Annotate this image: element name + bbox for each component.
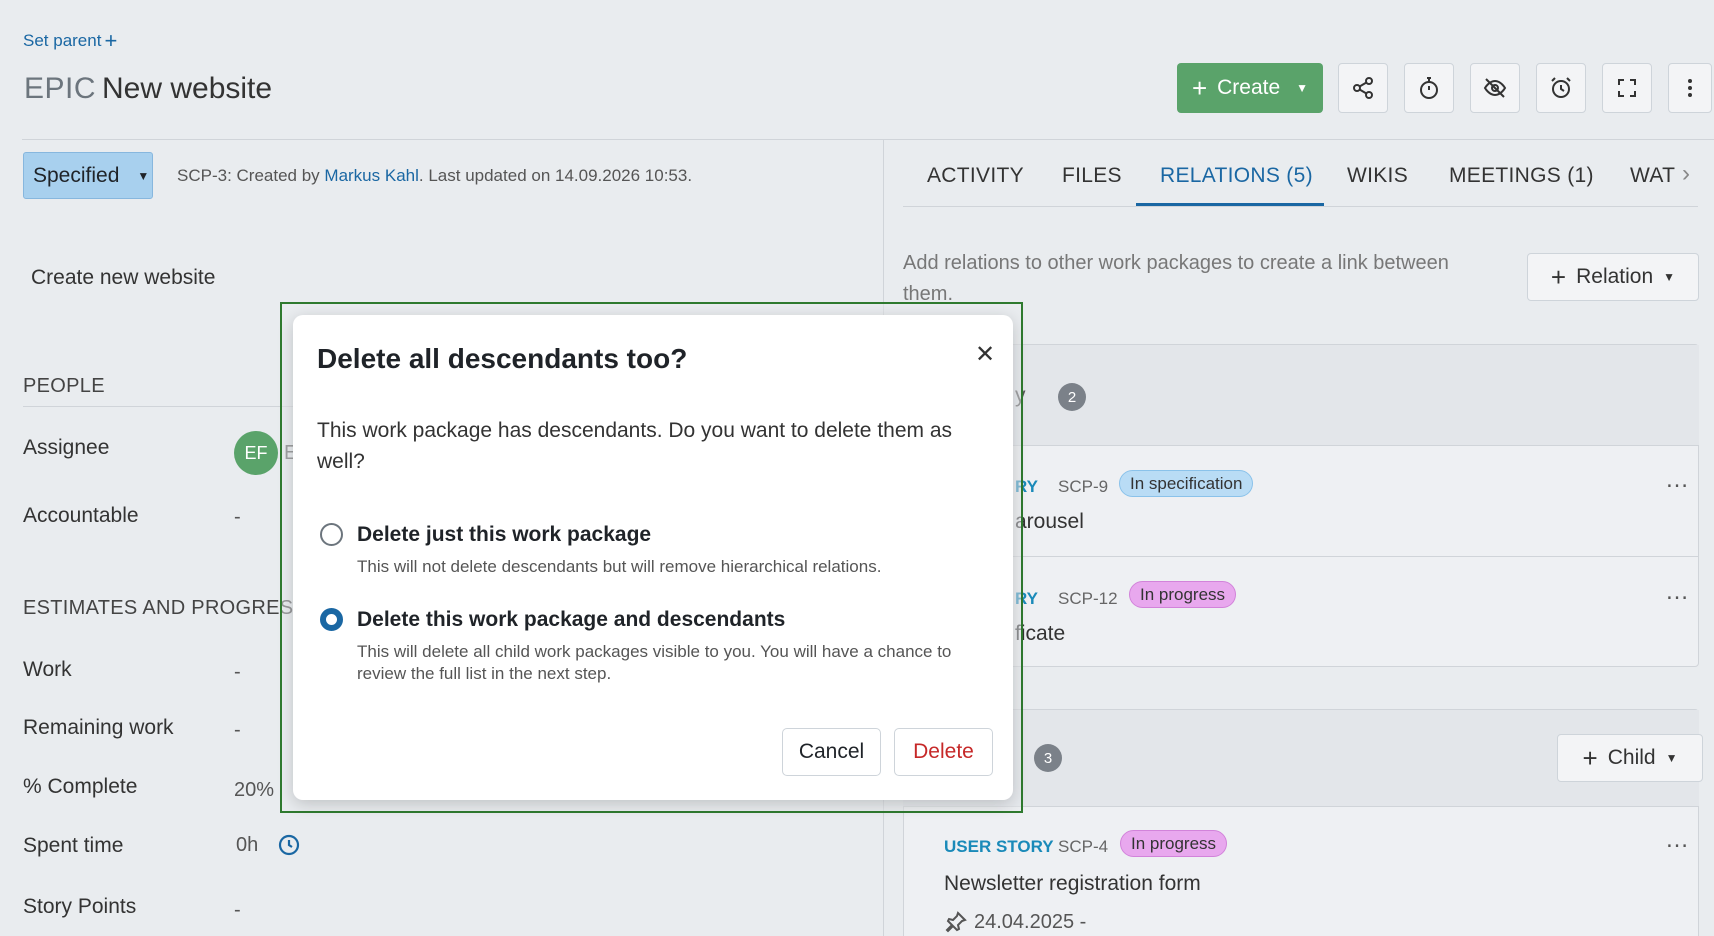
status-button[interactable]: Specified ▼ (23, 152, 153, 199)
accountable-value[interactable]: - (234, 506, 241, 529)
child-id[interactable]: SCP-4 (1058, 837, 1108, 857)
watch-button[interactable] (1470, 63, 1520, 113)
plus-icon: + (1582, 743, 1598, 773)
delete-button[interactable]: Delete (894, 728, 993, 776)
row-menu-icon[interactable]: … (1665, 578, 1691, 606)
child-button-label: Child (1607, 746, 1656, 769)
story-points-value[interactable]: - (234, 899, 241, 922)
relation-id[interactable]: SCP-12 (1058, 589, 1118, 609)
share-button[interactable] (1338, 63, 1388, 113)
tabs-divider (903, 206, 1698, 207)
child-type: USER STORY (944, 837, 1054, 856)
author-link[interactable]: Markus Kahl (324, 166, 418, 185)
dialog-body: This work package has descendants. Do yo… (317, 419, 953, 473)
spent-time-label: Spent time (23, 834, 124, 857)
assignee-label: Assignee (23, 436, 110, 459)
row-menu-icon[interactable]: … (1665, 826, 1691, 854)
option-delete-descendants-label[interactable]: Delete this work package and descendants (357, 608, 785, 632)
create-label: Create (1217, 76, 1281, 99)
tab-activity[interactable]: ACTIVITY (927, 164, 1024, 188)
expand-icon (1618, 79, 1636, 97)
child-date: 24.04.2025 - (974, 911, 1087, 933)
delete-descendants-dialog: Delete all descendants too? ✕ This work … (293, 315, 1013, 800)
option-delete-descendants-radio[interactable] (320, 608, 343, 631)
remaining-work-value[interactable]: - (234, 719, 241, 742)
work-value[interactable]: - (234, 661, 241, 684)
relations-description: Add relations to other work packages to … (903, 252, 1449, 305)
status-badge: In specification (1119, 470, 1254, 497)
option-delete-single-hint: This will not delete descendants but wil… (357, 557, 882, 576)
set-parent-link[interactable]: Set parent + (23, 28, 117, 54)
caret-down-icon: ▼ (137, 168, 150, 183)
caret-down-icon: ▼ (1663, 270, 1676, 284)
add-child-button[interactable]: + Child ▼ (1557, 734, 1703, 782)
set-parent-label: Set parent (23, 31, 102, 50)
children-group-count: 3 (1034, 744, 1062, 772)
tab-watchers[interactable]: WAT (1630, 164, 1680, 188)
create-button[interactable]: + Create ▼ (1177, 63, 1323, 113)
relation-button-label: Relation (1576, 265, 1654, 288)
child-title[interactable]: Newsletter registration form (944, 872, 1201, 896)
eye-slash-icon (1483, 78, 1507, 98)
kebab-menu-icon (1688, 79, 1692, 97)
meta-prefix: SCP-3: Created by (177, 166, 325, 185)
close-icon[interactable]: ✕ (970, 339, 1000, 369)
pin-icon (945, 911, 967, 933)
cancel-button[interactable]: Cancel (782, 728, 881, 776)
header-divider (22, 139, 1714, 140)
tabs-scroll-right-icon[interactable]: › (1682, 160, 1690, 188)
avatar[interactable]: EF (234, 431, 278, 475)
relation-title[interactable]: arousel (1015, 510, 1084, 534)
status-badge: In progress (1129, 581, 1237, 608)
work-package-meta: SCP-3: Created by Markus Kahl. Last upda… (177, 166, 692, 186)
work-package-title[interactable]: New website (102, 72, 272, 106)
more-actions-button[interactable] (1668, 63, 1712, 113)
row-menu-icon[interactable]: … (1665, 466, 1691, 494)
tab-wikis[interactable]: WIKIS (1347, 164, 1408, 188)
tab-relations[interactable]: RELATIONS (5) (1160, 164, 1313, 188)
stopwatch-icon (1420, 77, 1438, 99)
add-relation-button[interactable]: + Relation ▼ (1527, 253, 1699, 301)
status-label: Specified (33, 163, 120, 187)
description[interactable]: Create new website (31, 266, 215, 290)
work-package-type: EPIC (24, 72, 97, 105)
percent-complete-value[interactable]: 20% (234, 779, 274, 802)
spent-time-value[interactable]: 0h (236, 834, 258, 857)
tab-files[interactable]: FILES (1062, 164, 1122, 188)
plus-icon: + (1191, 73, 1208, 103)
option-delete-descendants-hint: This will delete all child work packages… (357, 642, 952, 683)
dialog-title: Delete all descendants too? (317, 343, 688, 374)
percent-complete-label: % Complete (23, 775, 138, 798)
status-badge: In progress (1120, 830, 1228, 857)
caret-down-icon: ▼ (1296, 81, 1309, 95)
people-heading: PEOPLE (23, 375, 105, 397)
meta-suffix: . Last updated on 14.09.2026 10:53. (418, 166, 693, 185)
alarm-clock-icon (1551, 77, 1571, 98)
share-icon (1353, 77, 1373, 99)
plus-icon: + (1550, 262, 1567, 292)
estimates-heading: ESTIMATES AND PROGRESS (23, 597, 308, 619)
option-delete-single-label[interactable]: Delete just this work package (357, 523, 651, 547)
caret-down-icon: ▼ (1665, 751, 1678, 765)
plus-icon: + (104, 28, 118, 53)
story-points-label: Story Points (23, 895, 137, 918)
clock-icon[interactable] (277, 833, 301, 857)
fullscreen-button[interactable] (1602, 63, 1652, 113)
tab-meetings[interactable]: MEETINGS (1) (1449, 164, 1594, 188)
reminder-button[interactable] (1536, 63, 1586, 113)
option-delete-single-radio[interactable] (320, 523, 343, 546)
remaining-work-label: Remaining work (23, 716, 174, 739)
accountable-label: Accountable (23, 504, 139, 527)
relation-id[interactable]: SCP-9 (1058, 477, 1108, 497)
time-tracking-button[interactable] (1404, 63, 1454, 113)
relation-group-count: 2 (1058, 383, 1086, 411)
work-label: Work (23, 658, 72, 681)
